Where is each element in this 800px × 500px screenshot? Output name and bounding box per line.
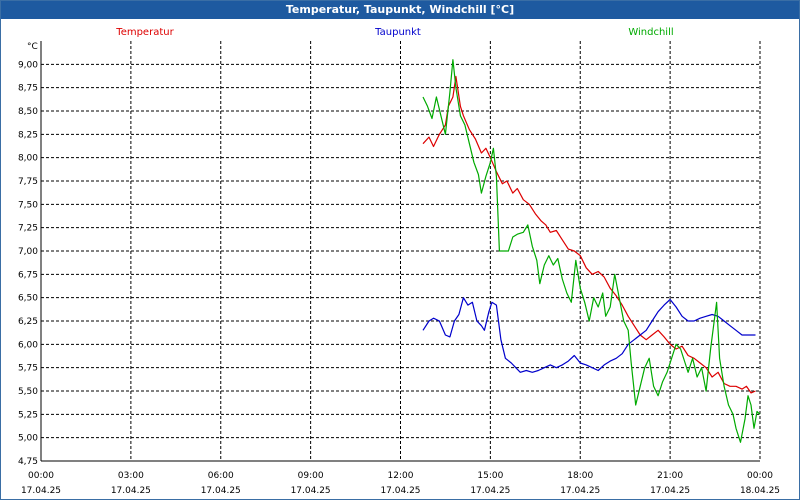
- y-tick-label: 6,00: [18, 340, 38, 350]
- legend-entry-taupunkt: Taupunkt: [374, 27, 421, 38]
- y-tick-label: 5,75: [18, 364, 38, 374]
- x-tick-date: 17.04.25: [380, 486, 420, 496]
- y-tick-label: 8,00: [18, 154, 38, 164]
- y-tick-label: 5,25: [18, 410, 38, 420]
- x-tick-date: 17.04.25: [291, 486, 331, 496]
- y-tick-label: 5,50: [18, 387, 38, 397]
- x-tick-date: 18.04.25: [740, 486, 780, 496]
- x-tick-date: 17.04.25: [470, 486, 510, 496]
- y-tick-label: 5,00: [18, 434, 38, 444]
- legend-entry-temperatur: Temperatur: [115, 27, 174, 38]
- legend-layer: Temperatur Taupunkt Windchill: [115, 27, 673, 38]
- series-line-temperatur: [422, 75, 756, 394]
- x-tick-date: 17.04.25: [201, 486, 241, 496]
- x-tick-date: 17.04.25: [560, 486, 600, 496]
- chart-window: Temperatur, Taupunkt, Windchill [°C] 4,7…: [0, 0, 800, 500]
- x-tick-time: 09:00: [298, 471, 324, 481]
- y-tick-label: 9,00: [18, 60, 38, 70]
- legend-entry-windchill: Windchill: [628, 27, 673, 38]
- y-tick-label: 6,50: [18, 294, 38, 304]
- line-chart: 4,75 5,00 5,25 5,50 5,75 6,00 6,25 6,50 6,75 7,00…: [18, 27, 780, 496]
- y-tick-label: 8,50: [18, 107, 38, 117]
- y-tick-label: 7,25: [18, 224, 38, 234]
- y-tick-label: 7,75: [18, 177, 38, 187]
- x-tick-time: 15:00: [477, 471, 503, 481]
- y-tick-label: 6,75: [18, 270, 38, 280]
- y-tick-label: 7,50: [18, 200, 38, 210]
- y-axis-unit-label: °C: [27, 42, 38, 52]
- y-tick-label: 6,25: [18, 317, 38, 327]
- axis-layer: 4,75 5,00 5,25 5,50 5,75 6,00 6,25 6,50 6,75 7,00…: [18, 41, 780, 496]
- series-line-taupunkt: [422, 297, 756, 373]
- x-tick-time: 00:00: [747, 471, 773, 481]
- x-tick-time: 18:00: [567, 471, 593, 481]
- y-tick-label: 4,75: [18, 457, 38, 467]
- grid-layer: [40, 41, 761, 462]
- y-tick-label: 7,00: [18, 247, 38, 257]
- x-tick-time: 12:00: [388, 471, 414, 481]
- x-tick-time: 06:00: [208, 471, 234, 481]
- y-tick-label: 8,75: [18, 84, 38, 94]
- x-tick-date: 17.04.25: [650, 486, 690, 496]
- x-tick-time: 21:00: [657, 471, 683, 481]
- y-tick-label: 8,25: [18, 130, 38, 140]
- x-tick-date: 17.04.25: [111, 486, 151, 496]
- x-tick-time: 00:00: [28, 471, 54, 481]
- x-tick-time: 03:00: [118, 471, 144, 481]
- x-tick-date: 17.04.25: [21, 486, 61, 496]
